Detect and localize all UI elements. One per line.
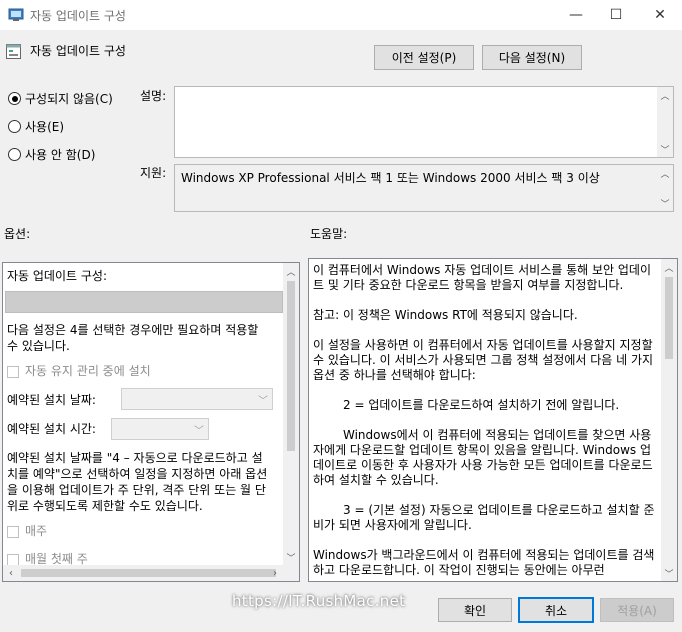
radio-label: 구성되지 않음(C) — [25, 92, 113, 106]
maximize-icon: ☐ — [609, 7, 623, 23]
scroll-up-icon[interactable]: ︿ — [657, 165, 673, 181]
radio-disabled[interactable]: 사용 안 함(D) — [8, 146, 95, 163]
note-line-2: 수 있습니다. — [7, 339, 70, 353]
options-panel: 자동 업데이트 구성: 다음 설정은 4를 선택한 경우에만 필요하며 적용할 … — [2, 262, 300, 582]
policy-setting-icon — [6, 44, 21, 59]
help-paragraph: Windows가 백그라운드에서 이 컴퓨터에 적용되는 업데이트를 검색하고 … — [313, 548, 655, 577]
radio-not-configured[interactable]: 구성되지 않음(C) — [8, 90, 113, 107]
radio-label: 사용(E) — [25, 120, 65, 134]
weekly-checkbox-row[interactable]: 매주 — [7, 523, 47, 539]
desc-line-2: 치를 예약"으로 선택하여 일정을 지정하면 아래 옵션 — [7, 467, 268, 481]
first-week-label: 매월 첫째 주 — [25, 552, 88, 566]
options-label: 옵션: — [4, 227, 31, 241]
radio-button[interactable] — [8, 92, 21, 105]
help-scrollbar[interactable]: ︿ ﹀ — [661, 259, 677, 581]
supported-textbox: Windows XP Professional 서비스 팩 1 또는 Windo… — [174, 164, 674, 212]
close-button[interactable]: ✕ — [640, 0, 680, 30]
configure-label: 자동 업데이트 구성: — [7, 269, 107, 283]
next-setting-label: 다음 설정(N) — [498, 51, 566, 65]
scheduled-time-label: 예약된 설치 시간: — [7, 422, 96, 436]
supported-label: 지원: — [140, 166, 167, 180]
help-panel: 이 컴퓨터에서 Windows 자동 업데이트 서비스를 통해 보안 업데이트 … — [308, 258, 678, 582]
ok-button[interactable]: 확인 — [438, 598, 512, 622]
scroll-right-icon[interactable]: › — [267, 565, 283, 581]
note-line-1: 다음 설정은 4를 선택한 경우에만 필요하며 적용할 — [7, 323, 259, 337]
scroll-up-icon[interactable]: ︿ — [657, 87, 673, 103]
close-icon: ✕ — [654, 7, 666, 23]
comment-textbox[interactable]: ︿ ﹀ — [174, 86, 674, 158]
scroll-up-icon[interactable]: ︿ — [661, 259, 677, 275]
scroll-thumb[interactable] — [665, 277, 673, 359]
radio-label: 사용 안 함(D) — [25, 148, 96, 162]
previous-setting-label: 이전 설정(P) — [391, 51, 457, 65]
previous-setting-button[interactable]: 이전 설정(P) — [374, 45, 474, 70]
help-paragraph: Windows에서 이 컴퓨터에 적용되는 업데이트를 찾으면 사용자에게 다운… — [313, 428, 653, 487]
configure-dropdown[interactable] — [5, 291, 283, 313]
comment-scrollbar[interactable]: ︿ ﹀ — [657, 87, 673, 157]
watermark: https://IT.RushMac.net — [232, 592, 406, 610]
window-title: 자동 업데이트 구성 — [30, 9, 126, 23]
help-paragraph: 2 = 업데이트를 다운로드하여 설치하기 전에 알립니다. — [343, 398, 620, 412]
minimize-icon: — — [569, 7, 583, 23]
scroll-thumb[interactable] — [287, 281, 295, 451]
desc-line-3: 을 이용해 업데이트가 주 단위, 격주 단위 또는 월 단 — [7, 483, 266, 497]
hscroll-thumb[interactable] — [21, 569, 276, 577]
minimize-button[interactable]: — — [556, 0, 596, 30]
help-label: 도움말: — [310, 227, 348, 241]
maximize-button[interactable]: ☐ — [596, 0, 636, 30]
scroll-down-icon[interactable]: ﹀ — [657, 141, 673, 157]
desc-line-1: 예약된 설치 날짜를 "4 – 자동으로 다운로드하고 설 — [7, 451, 263, 465]
help-paragraph: 이 설정을 사용하면 이 컴퓨터에서 자동 업데이트를 사용할지 지정할 수 있… — [313, 338, 654, 382]
scroll-down-icon[interactable]: ﹀ — [661, 565, 677, 581]
options-vscrollbar[interactable]: ︿ ﹀ — [283, 263, 299, 565]
apply-label: 적용(A) — [617, 603, 657, 618]
radio-enabled[interactable]: 사용(E) — [8, 118, 64, 135]
policy-title: 자동 업데이트 구성 — [30, 44, 126, 58]
radio-button[interactable] — [8, 148, 21, 161]
cancel-label: 취소 — [544, 603, 568, 618]
scheduled-day-label: 예약된 설치 날짜: — [7, 393, 96, 407]
scroll-left-icon[interactable]: ‹ — [3, 565, 19, 581]
ok-label: 확인 — [463, 603, 487, 618]
title-bar: 자동 업데이트 구성 — ☐ ✕ — [0, 0, 682, 30]
scroll-down-icon[interactable]: ﹀ — [657, 195, 673, 211]
checkbox[interactable] — [7, 365, 19, 378]
help-text-container: 이 컴퓨터에서 Windows 자동 업데이트 서비스를 통해 보안 업데이트 … — [313, 263, 661, 581]
help-paragraph: 참고: 이 정책은 Windows RT에 적용되지 않습니다. — [313, 308, 578, 322]
checkbox[interactable] — [7, 553, 19, 566]
maintenance-label: 자동 유지 관리 중에 설치 — [25, 364, 151, 378]
checkbox[interactable] — [7, 525, 19, 538]
chevron-down-icon: ﹀ — [258, 396, 268, 407]
radio-button[interactable] — [8, 120, 21, 133]
scheduled-day-dropdown[interactable]: ﹀ — [121, 388, 273, 410]
maintenance-checkbox-row[interactable]: 자동 유지 관리 중에 설치 — [7, 363, 151, 379]
help-paragraph: 이 컴퓨터에서 Windows 자동 업데이트 서비스를 통해 보안 업데이트 … — [313, 263, 652, 292]
supported-value: Windows XP Professional 서비스 팩 1 또는 Windo… — [181, 171, 600, 185]
desc-line-4: 위로 수행되도록 제한할 수도 있습니다. — [7, 499, 203, 513]
apply-button[interactable]: 적용(A) — [600, 598, 674, 622]
supported-scrollbar[interactable]: ︿ ﹀ — [657, 165, 673, 211]
next-setting-button[interactable]: 다음 설정(N) — [482, 45, 582, 70]
help-paragraph: 3 = (기본 설정) 자동으로 업데이트를 다운로드하고 설치할 준비가 되면… — [313, 503, 655, 532]
comment-label: 설명: — [140, 89, 167, 103]
weekly-label: 매주 — [25, 524, 48, 538]
policy-app-icon — [8, 8, 24, 21]
scheduled-time-dropdown[interactable]: ﹀ — [111, 418, 209, 440]
options-hscrollbar[interactable]: ‹ › — [3, 565, 299, 581]
chevron-down-icon: ﹀ — [194, 426, 204, 437]
cancel-button[interactable]: 취소 — [518, 597, 594, 623]
scroll-down-icon[interactable]: ﹀ — [283, 549, 299, 565]
scroll-up-icon[interactable]: ︿ — [283, 263, 299, 279]
